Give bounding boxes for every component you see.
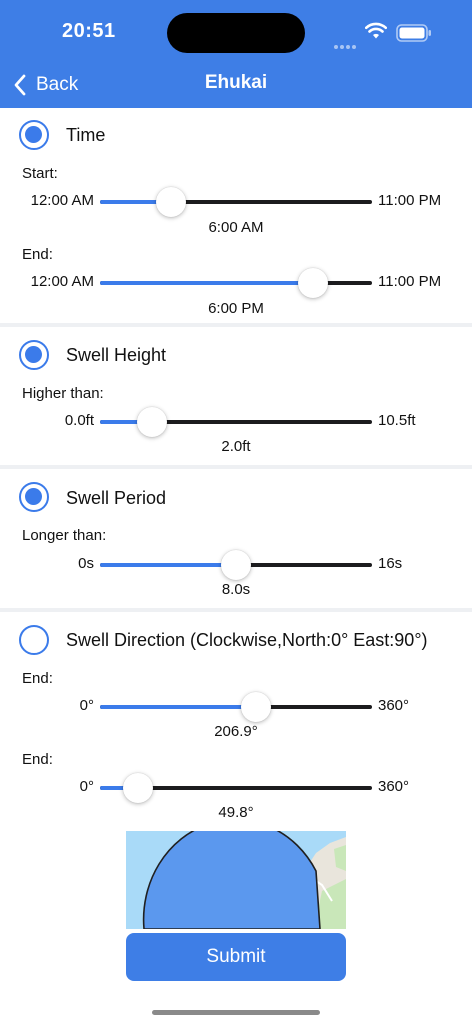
swell-direction-radio[interactable] bbox=[19, 625, 49, 655]
battery-icon bbox=[396, 24, 431, 42]
time-start-min-label: 12:00 AM bbox=[30, 192, 94, 209]
swell-direction-second-value: 49.8° bbox=[218, 804, 254, 821]
time-section-title: Time bbox=[66, 125, 106, 145]
swell-height-title: Swell Height bbox=[66, 345, 167, 365]
time-end-value: 6:00 PM bbox=[208, 300, 264, 317]
swell-period-slider[interactable] bbox=[100, 550, 372, 580]
swell-height-radio[interactable] bbox=[19, 340, 49, 370]
time-end-label: End: bbox=[22, 246, 53, 263]
navigation-bar: Back Ehukai bbox=[0, 62, 472, 108]
swell-direction-title: Swell Direction (Clockwise,North:0° East… bbox=[66, 630, 428, 650]
map-image bbox=[126, 831, 346, 929]
time-radio[interactable] bbox=[19, 120, 49, 150]
slider-thumb[interactable] bbox=[122, 773, 153, 803]
dynamic-island bbox=[167, 13, 305, 53]
home-indicator[interactable] bbox=[152, 1010, 320, 1015]
status-time: 20:51 bbox=[62, 20, 116, 42]
time-end-max-label: 11:00 PM bbox=[378, 273, 442, 290]
swell-direction-second-slider[interactable] bbox=[100, 773, 372, 803]
time-start-label: Start: bbox=[22, 165, 58, 182]
slider-fill bbox=[100, 281, 313, 285]
slider-fill bbox=[100, 563, 236, 567]
submit-button[interactable]: Submit bbox=[126, 933, 346, 981]
swell-height-min-label: 0.0ft bbox=[64, 412, 94, 429]
swell-period-min-label: 0s bbox=[78, 555, 94, 572]
swell-height-max-label: 10.5ft bbox=[378, 412, 416, 429]
swell-direction-second-max-label: 360° bbox=[378, 778, 410, 795]
swell-direction-second-min-label: 0° bbox=[79, 778, 94, 795]
slider-thumb[interactable] bbox=[221, 550, 251, 580]
slider-thumb[interactable] bbox=[297, 268, 328, 298]
submit-label: Submit bbox=[206, 946, 266, 967]
swell-period-radio[interactable] bbox=[19, 482, 49, 512]
time-start-value: 6:00 AM bbox=[208, 219, 264, 236]
swell-direction-second-label: End: bbox=[22, 751, 53, 768]
time-end-slider[interactable] bbox=[100, 268, 372, 298]
swell-direction-first-max-label: 360° bbox=[378, 697, 410, 714]
swell-period-max-label: 16s bbox=[378, 555, 403, 572]
swell-height-label: Higher than: bbox=[22, 385, 104, 402]
slider-thumb[interactable] bbox=[241, 692, 272, 722]
page-title: Ehukai bbox=[204, 72, 268, 93]
time-end-min-label: 12:00 AM bbox=[30, 273, 94, 290]
swell-height-value: 2.0ft bbox=[221, 438, 251, 455]
swell-direction-first-value: 206.9° bbox=[214, 723, 258, 740]
direction-map bbox=[126, 831, 346, 929]
time-start-slider[interactable] bbox=[100, 187, 372, 217]
slider-fill bbox=[100, 705, 257, 709]
cellular-signal-icon bbox=[334, 36, 360, 49]
section-divider bbox=[0, 323, 472, 327]
swell-period-title: Swell Period bbox=[66, 488, 167, 508]
wifi-icon bbox=[365, 22, 387, 39]
slider-thumb[interactable] bbox=[136, 407, 167, 437]
swell-period-label: Longer than: bbox=[22, 527, 107, 544]
section-divider bbox=[0, 465, 472, 469]
time-start-max-label: 11:00 PM bbox=[378, 192, 442, 209]
swell-direction-first-min-label: 0° bbox=[79, 697, 94, 714]
swell-period-value: 8.0s bbox=[221, 581, 251, 598]
section-divider bbox=[0, 608, 472, 612]
swell-direction-first-slider[interactable] bbox=[100, 692, 372, 722]
swell-height-slider[interactable] bbox=[100, 407, 372, 437]
swell-direction-first-label: End: bbox=[22, 670, 53, 687]
status-bar: 20:51 bbox=[0, 0, 472, 62]
slider-thumb[interactable] bbox=[155, 187, 186, 217]
